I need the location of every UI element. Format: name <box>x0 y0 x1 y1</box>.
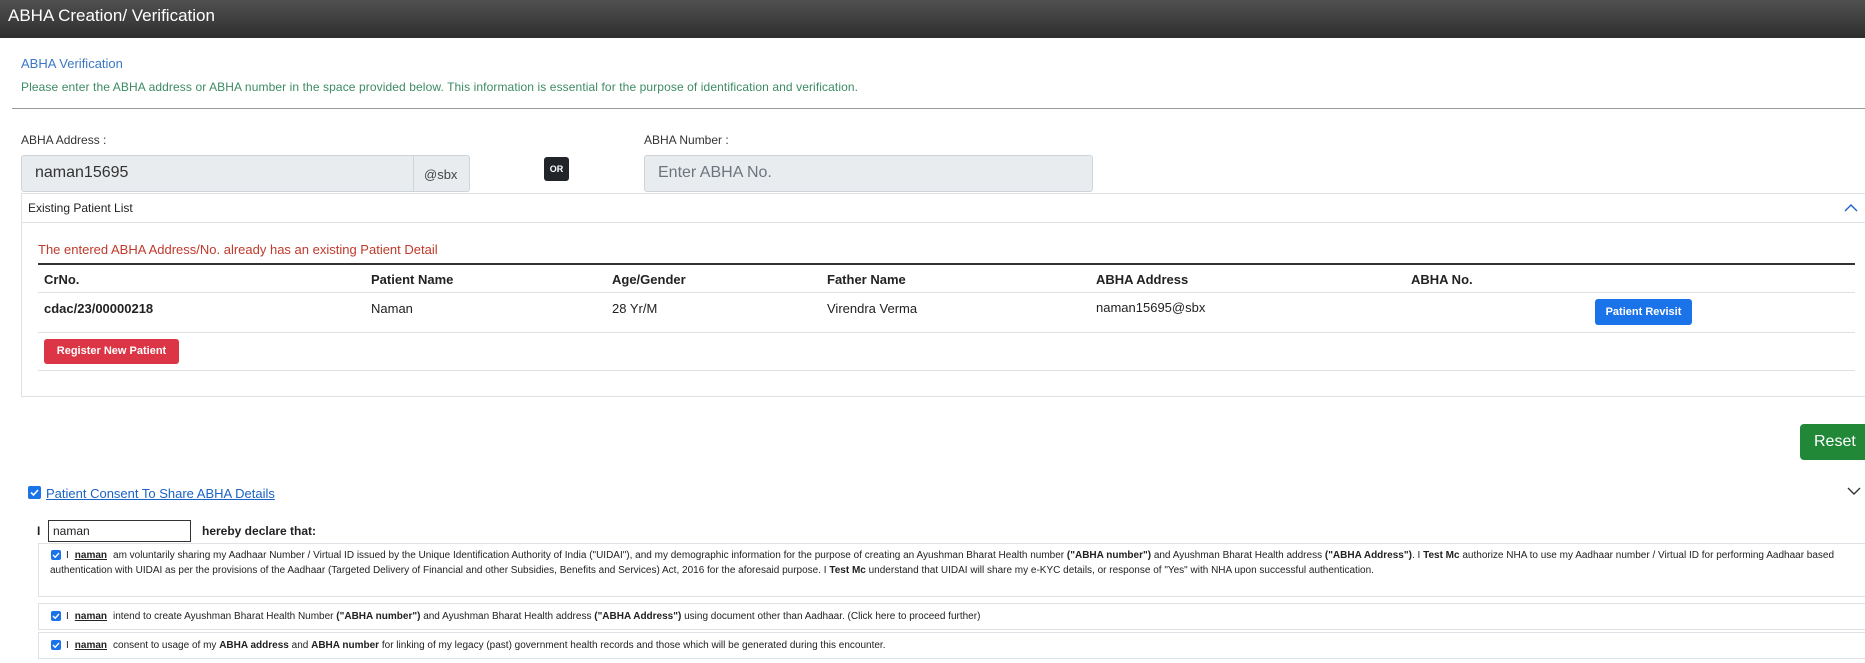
abha-address-suffix: @sbx <box>414 155 470 192</box>
declaration-text: hereby declare that: <box>202 524 317 538</box>
table-top-border <box>38 263 1855 265</box>
abha-address-label: ABHA Address : <box>21 133 107 147</box>
divider <box>12 108 1865 109</box>
abha-address-input[interactable]: naman15695 <box>21 155 414 192</box>
consent-checkbox[interactable] <box>28 486 41 499</box>
consent-clause-1: Inaman am voluntarily sharing my Aadhaar … <box>50 550 1835 576</box>
cell-patient-name: Naman <box>371 301 413 316</box>
patient-revisit-button[interactable]: Patient Revisit <box>1595 299 1692 325</box>
section-description: Please enter the ABHA address or ABHA nu… <box>21 80 859 94</box>
consent-link[interactable]: Patient Consent To Share ABHA Details <box>46 486 275 501</box>
column-header-crno: CrNo. <box>44 272 80 287</box>
declaration-prefix: I <box>37 524 41 538</box>
panel-title: Existing Patient List <box>28 201 133 215</box>
register-new-patient-button[interactable]: Register New Patient <box>44 339 179 364</box>
or-badge: OR <box>544 157 569 181</box>
column-header-abha-address: ABHA Address <box>1096 272 1189 287</box>
declarant-name: naman <box>74 550 108 561</box>
cell-crno: cdac/23/00000218 <box>44 301 154 316</box>
cell-age-gender: 28 Yr/M <box>612 301 658 316</box>
row-divider <box>38 292 1855 293</box>
declarant-name: naman <box>74 611 108 622</box>
reset-button[interactable]: Reset <box>1800 424 1865 460</box>
column-header-age-gender: Age/Gender <box>612 272 686 287</box>
window-title: ABHA Creation/ Verification <box>8 6 215 25</box>
row-divider <box>38 332 1855 333</box>
abha-number-input[interactable]: Enter ABHA No. <box>644 155 1093 192</box>
existing-patient-panel <box>21 193 1865 397</box>
row-divider <box>38 370 1855 371</box>
chevron-up-icon[interactable] <box>1844 201 1858 215</box>
existing-patient-panel-header[interactable]: Existing Patient List <box>21 193 1865 223</box>
column-header-patient-name: Patient Name <box>371 272 454 287</box>
consent-clause-2: Inaman intend to create Ayushman Bharat H… <box>66 611 981 622</box>
abha-number-label: ABHA Number : <box>644 133 729 147</box>
consent-clause-3: Inaman consent to usage of my ABHA addres… <box>66 640 886 651</box>
column-header-father-name: Father Name <box>827 272 906 287</box>
cell-father-name: Virendra Verma <box>827 301 918 316</box>
section-heading: ABHA Verification <box>21 56 123 71</box>
column-header-abha-no: ABHA No. <box>1411 272 1473 287</box>
chevron-down-icon[interactable] <box>1847 484 1861 498</box>
cell-abha-address: naman15695@sbx <box>1096 300 1206 315</box>
declarant-name: naman <box>74 640 108 651</box>
check-icon <box>30 489 39 497</box>
existing-patient-error: The entered ABHA Address/No. already has… <box>38 242 438 257</box>
window-title-bar: ABHA Creation/ Verification <box>0 0 1865 38</box>
declarant-name-input[interactable]: naman <box>48 520 191 542</box>
